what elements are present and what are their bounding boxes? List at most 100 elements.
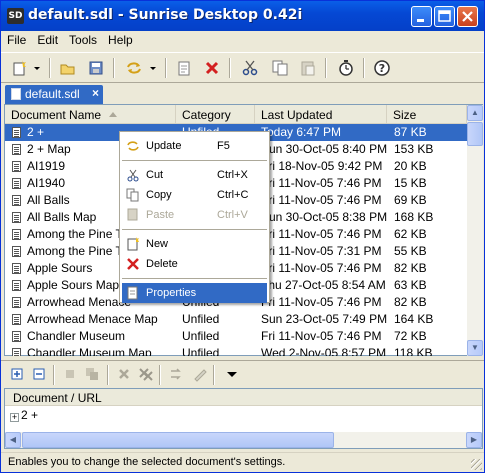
expand-button[interactable] — [8, 366, 26, 384]
toolbar-separator — [49, 58, 51, 78]
sort-ascending-icon — [109, 112, 118, 117]
column-category[interactable]: Category — [176, 105, 255, 124]
menu-item-shortcut: F5 — [217, 140, 230, 152]
paste-button[interactable] — [297, 58, 319, 78]
tab-default-sdl[interactable]: default.sdl × — [5, 85, 103, 104]
document-icon — [12, 280, 21, 291]
help-button[interactable]: ? — [371, 58, 393, 78]
title-bar[interactable]: SD default.sdl - Sunrise Desktop 0.42i — [1, 1, 484, 31]
minimize-button[interactable] — [411, 6, 432, 27]
dropdown-arrow-icon — [150, 67, 156, 70]
stop-icon — [66, 370, 74, 378]
minimize-icon — [417, 19, 424, 22]
remove-all-button[interactable] — [137, 366, 155, 384]
menu-item-label: Copy — [146, 189, 172, 201]
move-button[interactable] — [167, 366, 185, 384]
stop-button[interactable] — [61, 366, 79, 384]
url-horizontal-scrollbar[interactable]: ◀ ▶ — [5, 432, 482, 448]
cell-size: 20 KB — [394, 159, 427, 173]
column-last-updated[interactable]: Last Updated — [255, 105, 387, 124]
cell-size: 15 KB — [394, 176, 427, 190]
table-row[interactable]: Chandler Museum Map Unfiled Wed 2-Nov-05 8… — [5, 345, 467, 356]
table-row[interactable]: Arrowhead Menace Map Unfiled Sun 23-Oct-05… — [5, 311, 467, 328]
cell-last-updated: Wed 2-Nov-05 8:57 PM — [261, 346, 387, 356]
menu-item-label: Delete — [146, 258, 178, 270]
cell-last-updated: Sun 23-Oct-05 7:49 PM — [261, 312, 388, 326]
menu-help[interactable]: Help — [102, 31, 138, 47]
cell-name: Chandler Museum Map — [27, 346, 152, 356]
update-dropdown-button[interactable] — [147, 58, 159, 78]
maximize-button[interactable] — [434, 6, 455, 27]
document-icon — [11, 88, 21, 100]
remove-button[interactable] — [115, 366, 133, 384]
url-pane-header[interactable]: Document / URL — [5, 389, 482, 406]
timer-button[interactable] — [335, 58, 357, 78]
cut-button[interactable] — [239, 58, 261, 78]
tree-expand-icon[interactable]: + — [10, 413, 19, 422]
scroll-right-button[interactable]: ▶ — [466, 432, 482, 448]
status-bar: Enables you to change the selected docum… — [1, 452, 484, 472]
scroll-up-button[interactable]: ▲ — [467, 105, 483, 121]
cell-size: 164 KB — [394, 312, 434, 326]
cell-size: 153 KB — [394, 142, 434, 156]
open-folder-icon — [60, 64, 75, 75]
menu-bar: File Edit Tools Help — [1, 31, 484, 50]
app-window: SD default.sdl - Sunrise Desktop 0.42i F… — [0, 0, 485, 473]
delete-button[interactable] — [201, 58, 223, 78]
cell-last-updated: Fri 11-Nov-05 7:46 PM — [261, 176, 382, 190]
context-menu-paste[interactable]: Paste Ctrl+V — [122, 205, 267, 225]
menu-file[interactable]: File — [1, 31, 31, 47]
edit-button[interactable] — [191, 366, 209, 384]
cell-size: 69 KB — [394, 193, 427, 207]
menu-item-label: Cut — [146, 169, 164, 181]
new-document-icon — [13, 60, 26, 76]
grid-vertical-scrollbar[interactable]: ▲ ▼ — [467, 105, 483, 356]
cell-last-updated: Fri 11-Nov-05 7:46 PM — [261, 329, 382, 343]
menu-item-shortcut: Ctrl+X — [217, 169, 248, 181]
cut-icon — [242, 60, 258, 76]
new-dropdown-button[interactable] — [31, 58, 43, 78]
context-menu-cut[interactable]: Cut Ctrl+X — [122, 165, 267, 185]
scroll-left-button[interactable]: ◀ — [5, 432, 21, 448]
properties-button[interactable] — [173, 58, 195, 78]
cell-last-updated: Sun 30-Oct-05 8:38 PM — [261, 210, 388, 224]
save-icon — [89, 61, 103, 75]
url-tree-item[interactable]: +2 + — [10, 408, 38, 422]
remove-all-icon — [139, 368, 153, 381]
stop-all-button[interactable] — [83, 366, 101, 384]
update-button[interactable] — [123, 58, 145, 78]
new-document-button[interactable] — [9, 58, 31, 78]
document-icon — [12, 144, 21, 155]
cell-size: 118 KB — [394, 346, 433, 356]
close-button[interactable] — [457, 6, 478, 27]
open-button[interactable] — [57, 58, 79, 78]
context-menu-delete[interactable]: Delete — [122, 254, 267, 274]
properties-icon — [178, 61, 190, 76]
window-title: default.sdl - Sunrise Desktop 0.42i — [28, 7, 303, 23]
more-dropdown-button[interactable] — [223, 366, 241, 384]
menu-edit[interactable]: Edit — [31, 31, 63, 47]
stop-all-icon — [86, 368, 98, 380]
scroll-down-button[interactable]: ▼ — [467, 340, 483, 356]
paste-icon — [126, 208, 140, 222]
context-menu-copy[interactable]: Copy Ctrl+C — [122, 185, 267, 205]
scroll-thumb[interactable] — [22, 432, 334, 448]
tab-close-icon[interactable]: × — [92, 86, 99, 100]
cell-last-updated: Sun 30-Oct-05 8:40 PM — [261, 142, 388, 156]
table-row[interactable]: Chandler Museum Unfiled Fri 11-Nov-05 7:46… — [5, 328, 467, 345]
menu-tools[interactable]: Tools — [63, 31, 102, 47]
column-size[interactable]: Size — [387, 105, 467, 124]
save-button[interactable] — [85, 58, 107, 78]
cell-last-updated: Fri 11-Nov-05 7:46 PM — [261, 295, 382, 309]
scroll-thumb[interactable] — [467, 122, 483, 146]
context-menu-update[interactable]: Update F5 — [122, 136, 267, 156]
menu-item-label: Update — [146, 140, 182, 152]
context-menu-properties[interactable]: Properties — [122, 283, 267, 303]
document-icon — [12, 212, 21, 223]
collapse-button[interactable] — [30, 366, 48, 384]
resize-grip-icon[interactable] — [471, 459, 482, 470]
document-icon — [12, 127, 21, 138]
context-menu-new[interactable]: New — [122, 234, 267, 254]
column-document-name[interactable]: Document Name — [5, 105, 176, 124]
copy-button[interactable] — [269, 58, 291, 78]
